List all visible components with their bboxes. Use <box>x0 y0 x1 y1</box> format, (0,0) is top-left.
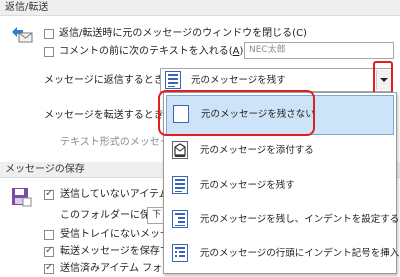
close-original-checkbox[interactable] <box>44 29 54 39</box>
close-original-label: 返信/転送時に元のメッセージのウィンドウを閉じる(C) <box>59 28 307 39</box>
option-label: 元のメッセージの行頭にインデント記号を挿入する <box>200 248 400 259</box>
option-highlight-outline <box>158 90 315 136</box>
section-title: 返信/転送 <box>5 2 49 13</box>
preface-text-value: NEC太郎 <box>249 45 286 55</box>
option-label: 元のメッセージを残す <box>200 180 295 191</box>
option-label: 元のメッセージを添付する <box>200 145 314 156</box>
reply-envelope-icon <box>12 27 33 43</box>
save-floppy-icon <box>12 188 32 207</box>
include-original-icon <box>165 71 181 89</box>
save-sent-folder-checkbox[interactable] <box>44 262 54 274</box>
save-forwarded-checkbox[interactable] <box>44 245 54 257</box>
reply-dropdown[interactable]: 元のメッセージを残す <box>160 68 393 92</box>
save-inbox-reply-checkbox[interactable] <box>44 230 54 240</box>
option-prefix-lines[interactable]: 元のメッセージの行頭にインデント記号を挿入する <box>166 239 400 267</box>
save-unsent-checkbox[interactable] <box>44 188 54 200</box>
option-label: 元のメッセージを残し、インデントを設定する <box>200 214 400 225</box>
option-include-original[interactable]: 元のメッセージを残す <box>166 171 394 199</box>
reply-dropdown-value: 元のメッセージを残す <box>191 75 286 86</box>
preface-comments-label: コメントの前に次のテキストを入れる(A): <box>59 46 247 57</box>
reply-dropdown-arrow-button[interactable] <box>376 70 391 90</box>
attach-original-icon <box>172 141 188 159</box>
section-header-reply-forward: 返信/転送 <box>0 0 400 16</box>
section-title: メッセージの保存 <box>5 164 85 175</box>
prefix-lines-icon <box>172 244 188 262</box>
save-folder-value: 下 <box>152 210 162 220</box>
preface-comments-checkbox[interactable] <box>44 47 54 57</box>
preface-text-input[interactable]: NEC太郎 <box>244 42 394 59</box>
chevron-down-icon <box>380 78 388 82</box>
include-original-icon <box>172 176 188 194</box>
include-indent-icon <box>172 210 188 228</box>
option-attach-original[interactable]: 元のメッセージを添付する <box>166 137 394 165</box>
option-include-indent[interactable]: 元のメッセージを残し、インデントを設定する <box>166 205 399 233</box>
